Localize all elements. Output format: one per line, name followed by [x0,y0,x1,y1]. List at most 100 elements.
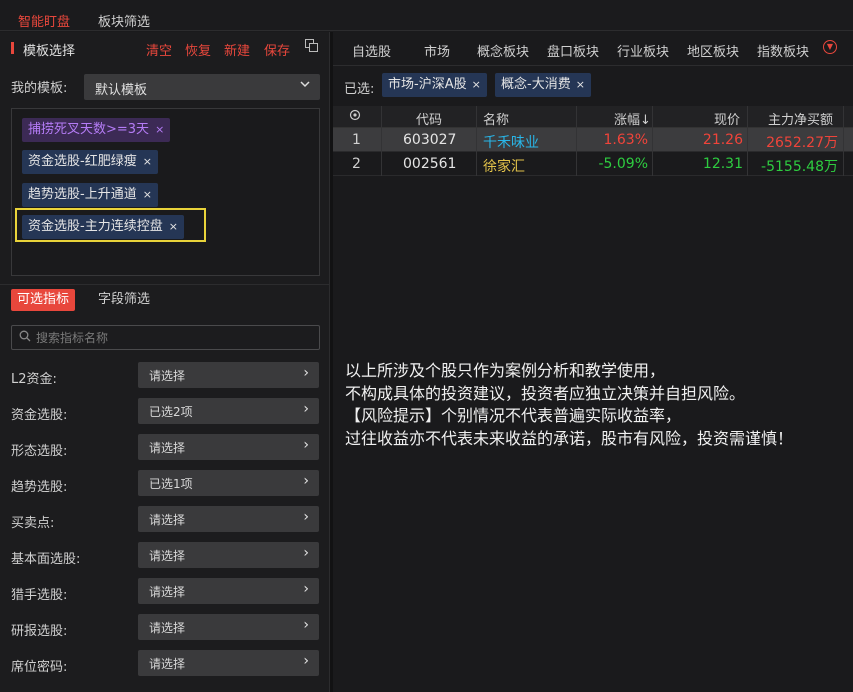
selected-filters: 已选: 市场-沪深A股 × 概念-大消费 × [333,68,853,102]
field-select[interactable]: 已选1项 › [138,470,319,496]
field-label: 买卖点: [11,516,55,531]
close-icon[interactable]: × [169,220,178,233]
field-value: 请选择 [149,441,186,455]
clear-button[interactable]: 清空 [146,40,172,59]
table-row[interactable]: 2 002561 徐家汇 -5.09% 12.31 -5155.48万 [333,152,853,176]
filter-chip[interactable]: 概念-大消费 × [495,73,591,97]
close-icon[interactable]: × [143,188,152,201]
tab-handicap[interactable]: 盘口板块 [547,41,599,60]
field-select[interactable]: 请选择 › [138,650,319,676]
field-select[interactable]: 请选择 › [138,542,319,568]
new-button[interactable]: 新建 [224,40,250,59]
condition-chip[interactable]: 资金选股-主力连续控盘 × [22,215,184,239]
close-icon[interactable]: × [472,78,481,91]
field-label: 形态选股: [11,444,68,459]
stock-name[interactable]: 徐家汇 [483,156,525,176]
tab-market[interactable]: 市场 [424,41,450,60]
copy-icon[interactable] [305,39,319,53]
chevron-right-icon: › [303,653,309,669]
field-value: 请选择 [149,369,186,383]
stock-name[interactable]: 千禾味业 [483,132,539,152]
risk-disclaimer: 以上所涉及个股只作为案例分析和教学使用， 不构成具体的投资建议，投资者应独立决策… [345,360,850,450]
field-row-research: 研报选股: 请选择 › [0,612,330,648]
condition-label: 趋势选股-上升通道 [28,187,137,202]
indicator-tabs: 可选指标 字段筛选 [0,284,330,316]
tab-smart-watch[interactable]: 智能盯盘 [11,11,77,35]
column-divider [843,106,844,176]
condition-label: 资金选股-红肥绿瘦 [28,154,137,169]
condition-chip[interactable]: 捕捞死叉天数>=3天 × [22,118,171,142]
field-label: 趋势选股: [11,480,68,495]
field-row-fundamental: 基本面选股: 请选择 › [0,540,330,576]
field-select[interactable]: 请选择 › [138,578,319,604]
stock-change: 1.63% [603,132,648,148]
chevron-down-icon [299,78,311,93]
column-divider [476,106,477,176]
restore-button[interactable]: 恢复 [185,40,211,59]
more-tabs-icon[interactable]: ▼ [823,40,837,54]
tab-watchlist[interactable]: 自选股 [352,41,391,60]
market-tab-bar: 自选股 市场 概念板块 盘口板块 行业板块 地区板块 指数板块 ▼ [333,32,853,66]
condition-chip[interactable]: 资金选股-红肥绿瘦 × [22,150,158,174]
search-input[interactable] [36,329,306,347]
field-label: L2资金: [11,372,57,387]
field-value: 已选2项 [149,405,193,419]
field-value: 请选择 [149,621,186,635]
close-icon[interactable]: × [155,123,164,136]
column-divider [576,106,577,176]
table-row[interactable]: 1 603027 千禾味业 1.63% 21.26 2652.27万 [333,128,853,152]
column-name[interactable]: 名称 [483,109,509,128]
condition-label: 资金选股-主力连续控盘 [28,219,163,234]
chevron-right-icon: › [303,581,309,597]
field-row-buysell: 买卖点: 请选择 › [0,504,330,540]
stock-code: 002561 [403,156,457,172]
tab-industry[interactable]: 行业板块 [617,41,669,60]
chevron-right-icon: › [303,617,309,633]
field-row-seat: 席位密码: 请选择 › [0,648,330,684]
field-select[interactable]: 请选择 › [138,506,319,532]
column-code[interactable]: 代码 [416,109,442,128]
row-index: 1 [352,132,361,148]
field-row-capital: 资金选股: 已选2项 › [0,396,330,432]
field-label: 基本面选股: [11,552,81,567]
filter-chip[interactable]: 市场-沪深A股 × [382,73,487,97]
field-row-pattern: 形态选股: 请选择 › [0,432,330,468]
save-button[interactable]: 保存 [264,40,290,59]
chevron-right-icon: › [303,365,309,381]
column-change[interactable]: 涨幅↓ [614,109,651,128]
field-select[interactable]: 请选择 › [138,434,319,460]
tab-optional-indicators[interactable]: 可选指标 [11,289,76,311]
chevron-right-icon: › [303,401,309,417]
disclaimer-line: 以上所涉及个股只作为案例分析和教学使用， [345,361,666,380]
top-tab-bar: 智能盯盘 板块筛选 [0,0,853,35]
tab-index[interactable]: 指数板块 [757,41,809,60]
field-row-trend: 趋势选股: 已选1项 › [0,468,330,504]
tab-sector-filter[interactable]: 板块筛选 [98,11,150,30]
field-value: 已选1项 [149,477,193,491]
field-row-l2: L2资金: 请选择 › [0,360,330,396]
field-select[interactable]: 已选2项 › [138,398,319,424]
selected-label: 已选: [344,82,375,97]
my-template-select[interactable]: 默认模板 [84,74,320,100]
tab-concept[interactable]: 概念板块 [477,41,529,60]
chevron-right-icon: › [303,509,309,525]
table-header: 代码 名称 涨幅↓ 现价 主力净买额 [333,106,853,128]
stock-code: 603027 [403,132,457,148]
field-label: 研报选股: [11,624,68,639]
column-price[interactable]: 现价 [714,109,740,128]
tab-field-filter[interactable]: 字段筛选 [98,289,150,311]
field-label: 资金选股: [11,408,68,423]
tab-region[interactable]: 地区板块 [687,41,739,60]
field-value: 请选择 [149,549,186,563]
field-select[interactable]: 请选择 › [138,614,319,640]
left-panel: 模板选择 清空 恢复 新建 保存 我的模板: 默认模板 捕捞死叉天数>=3天 × … [0,32,330,692]
condition-chip[interactable]: 趋势选股-上升通道 × [22,183,158,207]
column-net-buy[interactable]: 主力净买额 [768,109,833,128]
disclaimer-line: 【风险提示】个别情况不代表普遍实际收益率， [345,406,682,425]
field-select[interactable]: 请选择 › [138,362,319,388]
close-icon[interactable]: × [576,78,585,91]
my-template-value: 默认模板 [95,83,148,98]
settings-icon[interactable] [349,109,361,125]
condition-label: 捕捞死叉天数>=3天 [28,122,150,137]
close-icon[interactable]: × [143,155,152,168]
